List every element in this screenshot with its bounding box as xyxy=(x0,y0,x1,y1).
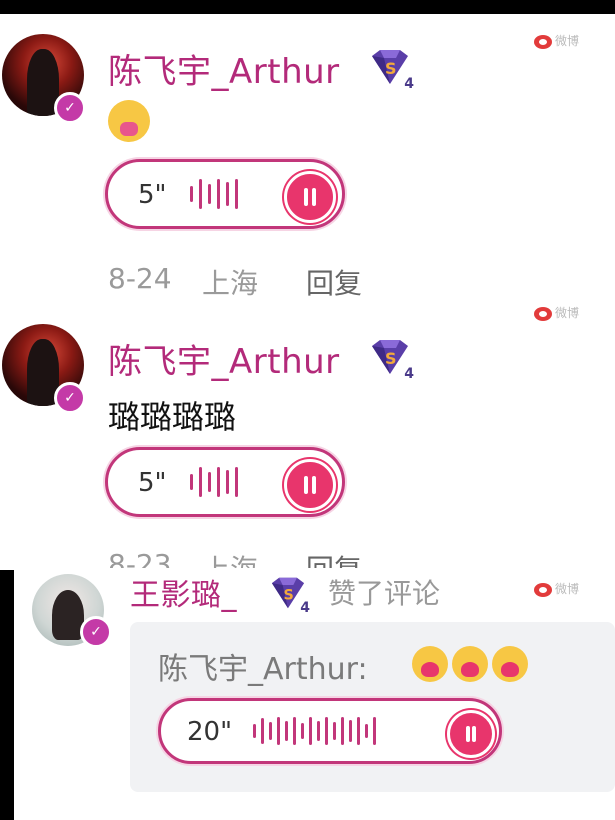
waveform-icon xyxy=(253,701,376,761)
svg-text:S: S xyxy=(385,349,397,368)
pause-button[interactable] xyxy=(284,459,336,511)
comment-text: 璐璐璐璐 xyxy=(108,398,237,436)
voice-message[interactable]: 20" xyxy=(158,698,502,764)
level-number: 4 xyxy=(404,366,414,382)
level-number: 4 xyxy=(300,600,310,616)
comment-location: 上海 xyxy=(202,267,259,300)
weibo-watermark: 微博 xyxy=(534,32,579,49)
pause-button[interactable] xyxy=(284,171,336,223)
pause-button[interactable] xyxy=(447,710,495,758)
verified-badge-icon: ✓ xyxy=(54,92,86,124)
level-number: 4 xyxy=(404,76,414,92)
hug-emoji xyxy=(412,646,448,682)
level-gem-icon: S 4 xyxy=(368,48,414,92)
waveform-icon xyxy=(190,450,238,514)
quoted-comment[interactable]: 陈飞宇_Arthur: 20" xyxy=(130,622,615,792)
weibo-logo-icon xyxy=(534,306,552,321)
reply-button[interactable]: 回复 xyxy=(306,262,362,302)
weibo-watermark: 微博 xyxy=(534,580,579,597)
voice-message[interactable]: 5" xyxy=(105,447,345,517)
quoted-author: 陈飞宇_Arthur: xyxy=(158,652,368,687)
level-gem-icon: S 4 xyxy=(268,576,310,616)
voice-duration: 5" xyxy=(138,468,167,498)
comment-date: 8-24 xyxy=(108,262,172,295)
hug-emoji xyxy=(492,646,528,682)
comment-author-name[interactable]: 陈飞宇_Arthur xyxy=(108,334,340,383)
reply-button[interactable]: 回复 xyxy=(306,548,362,570)
waveform-icon xyxy=(190,162,238,226)
top-status-strip xyxy=(0,0,615,14)
weibo-logo-icon xyxy=(534,582,552,597)
svg-text:S: S xyxy=(284,587,294,603)
verified-badge-icon: ✓ xyxy=(80,616,112,648)
comment-author-name[interactable]: 陈飞宇_Arthur xyxy=(108,44,340,93)
comments-panel: ✓ 陈飞宇_Arthur S 4 微博 5" 8-24 上海 回复 微博 ✓ 陈… xyxy=(0,14,615,570)
comment-location: 上海 xyxy=(202,553,259,570)
like-notification: ✓ 王影璐_ S 4 赞了评论 微博 陈飞宇_Arthur: 20" xyxy=(14,568,615,820)
comment-date: 8-23 xyxy=(108,548,172,570)
hug-emoji xyxy=(452,646,488,682)
voice-message[interactable]: 5" xyxy=(105,159,345,229)
svg-text:S: S xyxy=(385,59,397,78)
level-gem-icon: S 4 xyxy=(368,338,414,382)
smiling-face-with-hands-emoji xyxy=(108,100,150,142)
verified-badge-icon: ✓ xyxy=(54,382,86,414)
liker-name[interactable]: 王影璐_ xyxy=(130,570,237,614)
like-action-text: 赞了评论 xyxy=(328,577,441,610)
weibo-watermark: 微博 xyxy=(534,304,579,321)
voice-duration: 5" xyxy=(138,180,167,210)
voice-duration: 20" xyxy=(187,717,233,747)
weibo-logo-icon xyxy=(534,34,552,49)
